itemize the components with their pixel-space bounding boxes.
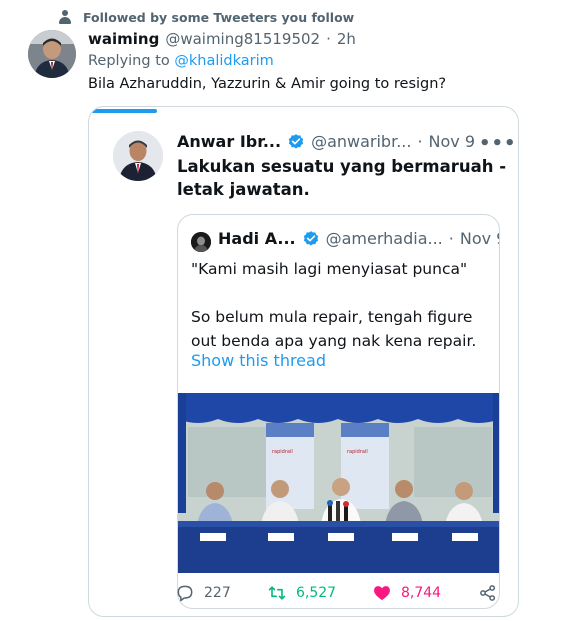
social-context: Followed by some Tweeters you follow (57, 9, 354, 25)
quoted-author-handle[interactable]: @anwaribr... (311, 132, 411, 151)
share-icon (480, 585, 496, 601)
replying-prefix: Replying to (88, 53, 170, 69)
like-count: 8,744 (401, 585, 442, 601)
author-avatar[interactable] (28, 30, 76, 78)
inner-tweet-line2: So belum mula repair, tengah figure out … (191, 308, 477, 350)
more-options-icon[interactable]: ••• (479, 133, 517, 154)
tweet-time[interactable]: 2h (337, 30, 356, 48)
tweet-text: Bila Azharuddin, Yazzurin & Amir going t… (88, 76, 447, 92)
inner-tweet-date[interactable]: Nov 9 (460, 229, 499, 248)
inner-tweet-header: Hadi A... @amerhadia... · Nov 9 (218, 229, 499, 248)
heart-icon (374, 586, 390, 601)
inner-author-handle[interactable]: @amerhadia... (326, 229, 443, 248)
inner-separator-dot: · (448, 229, 454, 248)
reply-count: 227 (204, 585, 231, 601)
tweet-actions: 227 6,527 8,744 (89, 583, 518, 613)
author-handle[interactable]: @waiming81519502 (165, 30, 320, 48)
retweet-icon (268, 586, 286, 600)
inner-author-avatar[interactable] (191, 232, 211, 252)
inner-tweet-text: "Kami masih lagi menyiasat punca" So bel… (191, 257, 491, 353)
retweet-count: 6,527 (296, 585, 337, 601)
reply-icon (177, 585, 193, 602)
quoted-author-avatar[interactable] (113, 131, 163, 181)
quoted-tweet-text: Lakukan sesuatu yang bermaruah - letak j… (177, 157, 507, 199)
retweet-button[interactable]: 6,527 (267, 583, 336, 603)
inner-quoted-tweet-card[interactable]: Hadi A... @amerhadia... · Nov 9 "Kami ma… (177, 214, 500, 609)
tweet-header: waiming @waiming81519502 · 2h (88, 30, 356, 48)
author-name[interactable]: waiming (88, 30, 159, 48)
inner-tweet-line1: "Kami masih lagi menyiasat punca" (191, 260, 468, 278)
social-context-text: Followed by some Tweeters you follow (83, 9, 355, 25)
banner-text-left: rapidrail (272, 449, 293, 455)
inner-author-name[interactable]: Hadi A... (218, 229, 296, 248)
verified-badge-icon (288, 133, 304, 149)
replying-mention-link[interactable]: @khalidkarim (174, 53, 273, 69)
inner-verified-badge-icon (303, 230, 318, 246)
quoted-author-name[interactable]: Anwar Ibr... (177, 132, 281, 151)
quoted-tweet-date[interactable]: Nov 9 (429, 132, 476, 151)
replying-to: Replying to @khalidkarim (88, 53, 274, 69)
share-button[interactable] (478, 583, 498, 603)
separator-dot: · (326, 30, 331, 48)
quoted-separator-dot: · (417, 132, 423, 151)
quoted-tweet-card[interactable]: Anwar Ibr... @anwaribr... · Nov 9 ••• La… (88, 106, 519, 617)
quoted-tweet-header: Anwar Ibr... @anwaribr... · Nov 9 (177, 132, 475, 151)
banner-text-right: rapidrail (347, 449, 368, 455)
show-thread-link[interactable]: Show this thread (191, 351, 326, 370)
reply-button[interactable]: 227 (175, 583, 231, 603)
person-icon (57, 9, 73, 25)
card-accent (89, 109, 157, 113)
like-button[interactable]: 8,744 (372, 583, 441, 603)
press-conference-photo[interactable]: rapidrail rapidrail (178, 393, 499, 573)
